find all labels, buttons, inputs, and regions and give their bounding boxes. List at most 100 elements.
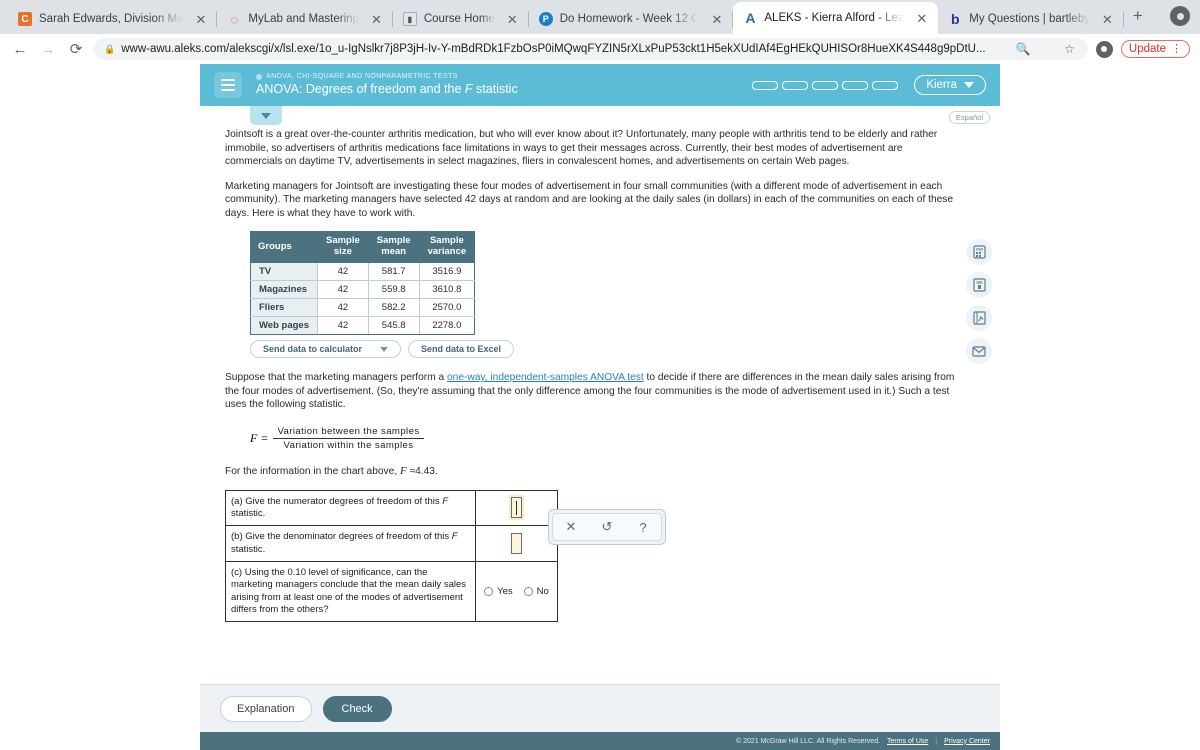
answer-tool-palette-inner: ✕ ↺ ?	[552, 513, 662, 541]
graph-notebook-icon[interactable]	[966, 305, 992, 331]
suppose-text-a: Suppose that the marketing managers perf…	[225, 372, 447, 384]
address-bar[interactable]: 🔒 www-awu.aleks.com/alekscgi/x/lsl.exe/1…	[94, 38, 1088, 60]
clear-answer-button[interactable]: ✕	[553, 514, 589, 540]
setup-paragraph: Marketing managers for Jointsoft are inv…	[225, 180, 954, 219]
user-name-label: Kierra	[926, 79, 957, 91]
page-title: ANOVA: Degrees of freedom and the F stat…	[256, 82, 518, 96]
intro-paragraph: Jointsoft is a great over-the-counter ar…	[225, 129, 938, 168]
reference-table-icon[interactable]	[966, 272, 992, 298]
send-excel-label: Send data to Excel	[421, 344, 502, 355]
course-icon: ▮	[402, 12, 417, 26]
f-statistic-formula: F = Variation between the samples Variat…	[250, 426, 958, 451]
tab-title: MyLab and Mastering	[248, 13, 359, 25]
question-a-text: (a) Give the numerator degrees of freedo…	[225, 489, 476, 527]
search-icon[interactable]: 🔍	[1013, 42, 1034, 56]
browser-menu-icon[interactable]: ⋮	[1171, 44, 1182, 54]
canvas-icon: C	[18, 12, 32, 26]
suppose-paragraph: Suppose that the marketing managers perf…	[225, 371, 958, 412]
progress-pill	[842, 80, 869, 90]
browser-profile-icon[interactable]	[1170, 6, 1190, 26]
browser-tab-3[interactable]: P Do Homework - Week 12 C ✕	[529, 4, 734, 34]
browser-tab-0[interactable]: C Sarah Edwards, Division Ma ✕	[8, 4, 218, 34]
cell-sample-size: 42	[316, 316, 369, 336]
reload-button[interactable]: ⟳	[66, 40, 86, 58]
mylab-icon: ◌	[230, 11, 239, 27]
radio-no-label: No	[536, 586, 549, 598]
update-button[interactable]: Update ⋮	[1120, 40, 1190, 58]
forward-button[interactable]: →	[38, 41, 58, 58]
column-header-sample-size: Sample size	[316, 231, 369, 264]
question-a-answer-cell[interactable]	[475, 489, 558, 527]
question-a-label: (a)	[231, 495, 243, 507]
answer-input-b[interactable]	[511, 533, 522, 555]
calculator-icon[interactable]	[966, 239, 992, 265]
cell-sample-size: 42	[316, 298, 369, 318]
hamburger-icon[interactable]	[214, 72, 242, 98]
privacy-center-link[interactable]: Privacy Center	[944, 738, 990, 745]
cell-sample-size: 42	[316, 280, 369, 300]
message-icon[interactable]	[966, 338, 992, 364]
user-menu-button[interactable]: Kierra	[914, 75, 986, 95]
aleks-app: ANOVA, CHI-SQUARE AND NONPARAMETRIC TEST…	[200, 64, 1000, 750]
tab-close-icon[interactable]: ✕	[706, 13, 727, 26]
header-line-2: size	[333, 246, 352, 258]
tab-separator	[1122, 11, 1124, 27]
language-toggle-button[interactable]: Español	[948, 111, 990, 124]
avatar[interactable]	[1095, 40, 1113, 58]
update-button-label: Update	[1128, 43, 1166, 55]
browser-tab-5[interactable]: b My Questions | bartleby ✕	[938, 4, 1124, 34]
collapse-header-button[interactable]	[250, 106, 282, 125]
breadcrumb-label: ANOVA, CHI-SQUARE AND NONPARAMETRIC TEST…	[266, 73, 458, 81]
question-b-answer-cell[interactable]	[475, 525, 558, 562]
f-value-text-b: ≈4.43.	[406, 465, 438, 477]
answer-table: (a) Give the numerator degrees of freedo…	[225, 489, 558, 623]
browser-chrome: C Sarah Edwards, Division Ma ✕ ◌ MyLab a…	[0, 0, 1200, 64]
answer-input-a[interactable]	[509, 495, 524, 521]
bookmark-star-icon[interactable]: ☆	[1061, 42, 1078, 56]
footer-divider: |	[935, 737, 938, 745]
help-button[interactable]: ?	[625, 514, 661, 540]
tab-title: My Questions | bartleby	[969, 13, 1090, 25]
undo-button[interactable]: ↺	[589, 514, 625, 540]
tab-title: Do Homework - Week 12 C	[559, 13, 700, 25]
check-button[interactable]: Check	[322, 695, 392, 722]
back-button[interactable]: ←	[10, 41, 30, 58]
formula-fraction: Variation between the samples Variation …	[273, 426, 424, 451]
column-header-sample-mean: Sample mean	[367, 231, 420, 264]
page-wrapper: ANOVA, CHI-SQUARE AND NONPARAMETRIC TEST…	[0, 64, 1200, 750]
cell-sample-mean: 581.7	[367, 262, 420, 282]
cell-sample-variance: 2570.0	[418, 298, 476, 318]
text-caret	[516, 501, 517, 516]
tab-close-icon[interactable]: ✕	[502, 13, 523, 26]
send-data-to-excel-button[interactable]: Send data to Excel	[408, 340, 515, 359]
radio-option-no[interactable]: No	[523, 586, 549, 598]
question-a-text-b: statistic.	[231, 507, 266, 519]
tab-close-icon[interactable]: ✕	[1097, 13, 1118, 26]
explanation-button[interactable]: Explanation	[220, 695, 312, 722]
browser-tab-4-active[interactable]: A ALEKS - Kierra Alford - Lea ✕	[733, 2, 939, 34]
table-header-row: Groups Sample size Sample mean Sample va…	[250, 231, 476, 264]
f-value-variable: F	[399, 464, 407, 477]
new-tab-button[interactable]: +	[1124, 6, 1152, 29]
copyright-text: © 2021 McGraw Hill LLC. All Rights Reser…	[735, 737, 881, 745]
tab-close-icon[interactable]: ✕	[190, 13, 211, 26]
tab-title: ALEKS - Kierra Alford - Lea	[764, 12, 905, 24]
anova-test-link[interactable]: one-way, independent-samples ANOVA test	[447, 372, 644, 383]
question-c-answer-cell[interactable]: Yes No	[475, 560, 558, 623]
right-gutter	[1000, 64, 1200, 750]
browser-tab-2[interactable]: ▮ Course Home ✕	[393, 4, 529, 34]
terms-of-use-link[interactable]: Terms of Use	[887, 738, 928, 745]
page-title-variable: F	[464, 82, 473, 97]
table-row: Magazines 42 559.8 3610.8	[250, 280, 476, 300]
tab-close-icon[interactable]: ✕	[366, 13, 387, 26]
browser-tab-1[interactable]: ◌ MyLab and Mastering ✕	[217, 4, 393, 34]
question-c-label: (c)	[231, 566, 243, 578]
progress-indicator	[752, 80, 899, 90]
send-data-to-calculator-button[interactable]: Send data to calculator	[250, 340, 402, 359]
tab-strip: C Sarah Edwards, Division Ma ✕ ◌ MyLab a…	[0, 0, 1200, 34]
tab-close-icon[interactable]: ✕	[911, 12, 932, 25]
radio-option-yes[interactable]: Yes	[484, 586, 513, 597]
question-b-text: (b) Give the denominator degrees of free…	[225, 525, 476, 562]
topic-dot-icon	[256, 74, 262, 81]
question-b-text-a: Give the denominator degrees of freedom …	[245, 531, 452, 543]
